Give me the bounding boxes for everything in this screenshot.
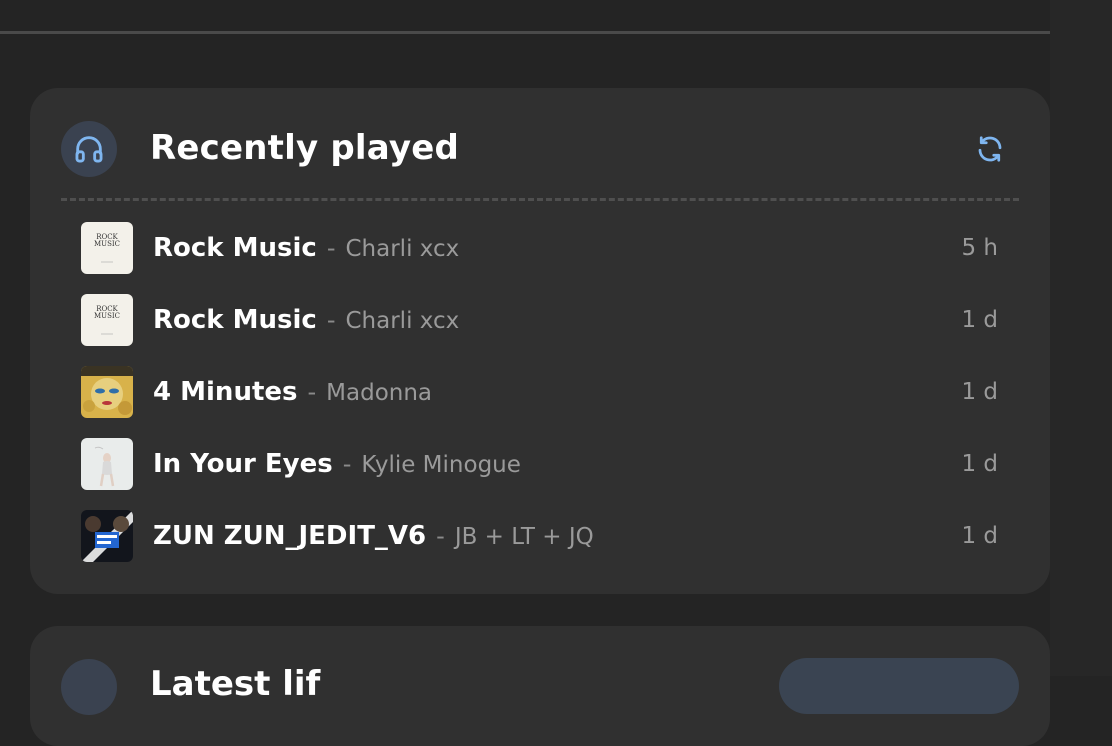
track-row[interactable]: In Your Eyes - Kylie Minogue 1 d xyxy=(30,428,1050,500)
fever-album-art xyxy=(81,438,133,490)
track-separator: - xyxy=(436,522,445,550)
track-separator: - xyxy=(307,378,317,406)
track-title: In Your Eyes xyxy=(153,449,333,479)
track-time: 1 d xyxy=(961,307,998,333)
track-title: Rock Music xyxy=(153,305,317,335)
card-title: Recently played xyxy=(150,128,460,168)
track-separator: - xyxy=(326,306,336,334)
refresh-icon xyxy=(978,136,1002,162)
zun-zun-album-art xyxy=(81,510,133,562)
right-panel-edge xyxy=(1050,0,1112,676)
track-time: 1 d xyxy=(961,523,998,549)
track-list: ROCK MUSIC Rock Music - Charli xcx 5 h ROC… xyxy=(30,212,1050,572)
track-artist: Charli xcx xyxy=(345,308,460,334)
track-artist: JB + LT + JQ xyxy=(454,524,594,550)
top-divider xyxy=(0,31,1050,34)
card-action-button[interactable] xyxy=(779,658,1019,714)
next-card: Latest lif xyxy=(30,626,1050,746)
track-time: 1 d xyxy=(961,451,998,477)
track-artist: Madonna xyxy=(326,380,433,406)
track-title: 4 Minutes xyxy=(153,377,298,407)
celebration-album-art xyxy=(81,366,133,418)
track-row[interactable]: 4 Minutes - Madonna 1 d xyxy=(30,356,1050,428)
track-artist: Kylie Minogue xyxy=(361,452,521,478)
rock-music-album-art: ROCK MUSIC xyxy=(81,294,133,346)
recently-played-card: Recently played ROCK MUSIC Rock Music - … xyxy=(30,88,1050,594)
card-icon xyxy=(61,659,117,715)
track-separator: - xyxy=(326,234,336,262)
svg-text:MUSIC: MUSIC xyxy=(94,240,120,248)
track-time: 5 h xyxy=(961,235,998,261)
track-time: 1 d xyxy=(961,379,998,405)
rock-music-album-art: ROCK MUSIC xyxy=(81,222,133,274)
track-artist: Charli xcx xyxy=(345,236,460,262)
svg-text:MUSIC: MUSIC xyxy=(94,312,120,320)
track-title: ZUN ZUN_JEDIT_V6 xyxy=(153,521,427,551)
track-row[interactable]: ROCK MUSIC Rock Music - Charli xcx 1 d xyxy=(30,284,1050,356)
track-separator: - xyxy=(342,450,352,478)
card-header: Recently played xyxy=(30,88,1050,200)
refresh-button[interactable] xyxy=(974,133,1006,165)
next-card-title: Latest lif xyxy=(150,664,321,704)
track-row[interactable]: ROCK MUSIC Rock Music - Charli xcx 5 h xyxy=(30,212,1050,284)
header-divider xyxy=(61,198,1019,201)
track-row[interactable]: ZUN ZUN_JEDIT_V6- JB + LT + JQ 1 d xyxy=(30,500,1050,572)
track-title: Rock Music xyxy=(153,233,317,263)
headphones-icon xyxy=(61,121,117,177)
